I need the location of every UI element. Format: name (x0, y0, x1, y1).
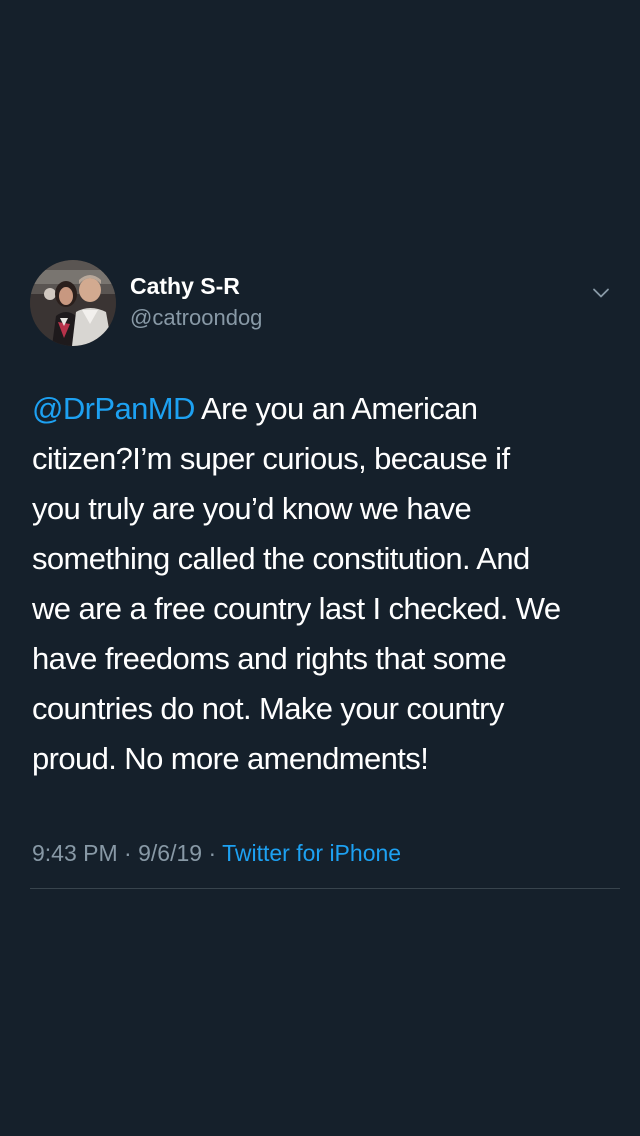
tweet-date: 9/6/19 (138, 840, 203, 866)
avatar-photo (30, 260, 116, 346)
tweet-text: @DrPanMD Are you an American citizen?I’m… (32, 384, 612, 784)
display-name[interactable]: Cathy S-R (130, 272, 240, 300)
tweet-text-line: something called the constitution. And (32, 541, 530, 576)
chevron-down-icon[interactable] (588, 280, 614, 306)
divider (30, 888, 620, 889)
avatar[interactable] (30, 260, 116, 346)
tweet-text-line: citizen?I’m super curious, because if (32, 441, 510, 476)
tweet-text-line: @DrPanMD Are you an American (32, 384, 612, 434)
tweet-text-line: have freedoms and rights that some (32, 641, 507, 676)
tweet-text-line: you truly are you’d know we have (32, 491, 472, 526)
tweet-text-line: proud. No more amendments! (32, 741, 429, 776)
tweet-meta: 9:43 PM · 9/6/19 · Twitter for iPhone (32, 838, 401, 868)
tweet-text-line: countries do not. Make your country (32, 691, 504, 726)
mention-link[interactable]: @DrPanMD (32, 391, 195, 426)
user-handle[interactable]: @catroondog (130, 304, 262, 332)
meta-separator: · (202, 840, 223, 866)
tweet-source-link[interactable]: Twitter for iPhone (222, 840, 401, 866)
meta-separator: · (117, 840, 139, 866)
tweet-time: 9:43 PM (32, 840, 118, 866)
tweet-text-segment: Are you an American (194, 391, 478, 426)
tweet-text-line: we are a free country last I checked. We (32, 591, 561, 626)
